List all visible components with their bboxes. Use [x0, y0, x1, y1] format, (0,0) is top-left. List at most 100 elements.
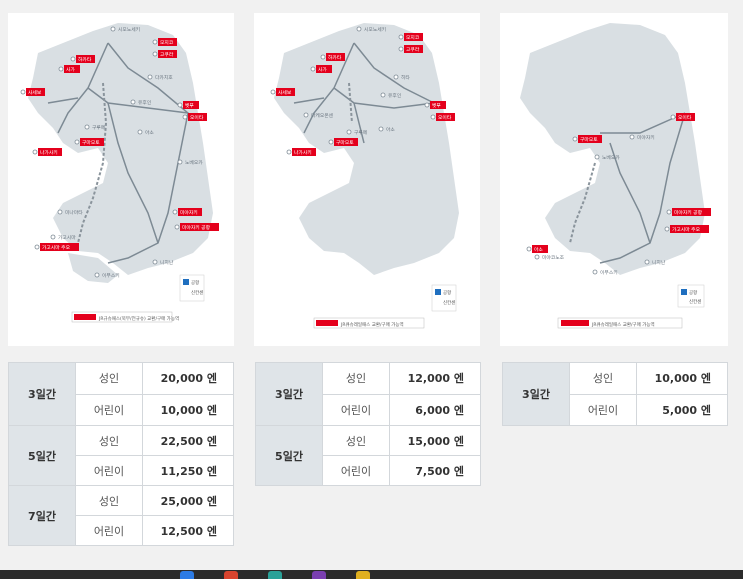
child-price: 10,000 엔 [142, 393, 234, 426]
station-dot [74, 139, 80, 145]
station-name: 구마모토 [580, 136, 598, 143]
adult-price: 10,000 엔 [636, 362, 728, 395]
station-name: 아소 [534, 246, 543, 253]
adult-price: 25,000 엔 [142, 485, 234, 516]
station-dot [32, 149, 38, 155]
station-name: 노베오카 [602, 154, 620, 161]
station-label: 사세보 [270, 88, 295, 96]
station-name: 구루메 [92, 124, 105, 131]
station-name: 시모노세키 [364, 26, 386, 33]
station-dot [110, 26, 116, 32]
airport-icon [183, 279, 189, 285]
station-label: 가고시마 주오 [664, 225, 709, 233]
legend-line-text: JR큐슈레일패스 교환/구매 가능역 [340, 321, 404, 328]
station-dot [629, 134, 635, 140]
legend-shinkansen-text: 신칸센 [443, 299, 455, 306]
station-dot [177, 102, 183, 108]
legend-red-swatch [561, 320, 589, 326]
adult-price: 20,000 엔 [142, 362, 234, 395]
legend-box-small [431, 284, 457, 312]
station-name: 유후인 [138, 99, 151, 106]
airport-icon [435, 289, 441, 295]
station-dot [310, 66, 316, 72]
legend-box-small [179, 274, 205, 302]
station-name: 오이타 [678, 114, 692, 121]
duration-cell: 3일간 [255, 362, 323, 426]
price-table-all-kyushu: 3일간 성인 20,000 엔 어린이 10,000 엔 5일간 성인 22,5… [8, 362, 234, 546]
station-name: 미나마타 [65, 209, 83, 216]
station-name: 구마모토 [82, 139, 100, 146]
station-name: 하카타 [78, 56, 92, 63]
station-label: 가고시마 [50, 234, 76, 241]
station-name: 미야자키 공항 [674, 209, 703, 216]
app-icon[interactable] [268, 571, 282, 579]
station-name: 사세보 [28, 89, 42, 96]
adult-label: 성인 [75, 425, 143, 456]
station-dot [320, 54, 326, 60]
station-name: 모지코 [160, 39, 174, 46]
station-dot [174, 224, 180, 230]
price-table-north-kyushu: 3일간 성인 12,000 엔 어린이 6,000 엔 5일간 성인 15,00… [255, 362, 481, 486]
browser-icon[interactable] [180, 571, 194, 579]
station-name: 벳푸 [185, 102, 194, 109]
station-dot [172, 209, 178, 215]
station-name: 다케오온센 [311, 112, 334, 119]
station-dot [137, 129, 143, 135]
child-label: 어린이 [322, 393, 390, 426]
station-dot [94, 272, 100, 278]
station-dot [147, 74, 153, 80]
station-label: 아소 [526, 245, 548, 253]
app-icon[interactable] [312, 571, 326, 579]
station-name: 시모노세키 [118, 26, 140, 33]
station-name: 사세보 [278, 89, 292, 96]
airport-icon [681, 289, 687, 295]
legend-line-text: JR큐슈레일패스 교환/구매 가능역 [591, 321, 655, 328]
station-name: 고쿠라 [160, 51, 174, 58]
legend-airport-text: 공항 [443, 289, 451, 296]
station-dot [534, 254, 540, 260]
legend-red-swatch [316, 320, 338, 326]
legend-red-swatch [74, 314, 96, 320]
kyushu-map-all: JR규슈패스(북부/전규슈) 교환/구매 가능역 공항 신칸센 시모노세키모지코… [20, 23, 219, 323]
station-name: 오이타 [190, 114, 204, 121]
app-icon[interactable] [224, 571, 238, 579]
station-label: 미야자키 공항 [174, 223, 219, 231]
station-name: 나가사키 [294, 149, 312, 156]
station-name: 미야자키 공항 [182, 224, 211, 231]
taskbar [0, 570, 743, 579]
folder-icon[interactable] [356, 571, 370, 579]
duration-cell: 5일간 [8, 425, 76, 486]
station-name: 이부스키 [600, 269, 618, 276]
station-dot [152, 259, 158, 265]
child-price: 7,500 엔 [389, 455, 481, 486]
station-label: 가고시마 주오 [34, 243, 79, 251]
station-name: 히타 [401, 74, 410, 81]
child-label: 어린이 [75, 515, 143, 546]
child-price: 6,000 엔 [389, 393, 481, 426]
station-name: 가고시마 [58, 234, 76, 241]
station-dot [182, 114, 188, 120]
station-name: 모지코 [406, 34, 420, 41]
duration-cell: 3일간 [8, 362, 76, 426]
station-name: 이부스키 [102, 272, 120, 279]
station-dot [20, 89, 26, 95]
duration-cell: 5일간 [255, 425, 323, 486]
legend-airport-text: 공항 [689, 289, 697, 296]
station-dot [378, 126, 384, 132]
map-card-north-kyushu: JR큐슈레일패스 교환/구매 가능역 공항 신칸센 시모노세키 모지코 고쿠라 하카타… [254, 13, 480, 346]
map-card-south-kyushu: JR큐슈레일패스 교환/구매 가능역 공항 신칸센 오이타구마모토 미야자키미야자… [500, 13, 728, 346]
station-name: 나가사키 [40, 149, 58, 156]
station-dot [592, 269, 598, 275]
legend-shinkansen-text: 신칸센 [689, 298, 701, 305]
adult-price: 22,500 엔 [142, 425, 234, 456]
station-name: 아소 [386, 126, 395, 133]
station-name: 가고시마 주오 [42, 244, 71, 251]
duration-cell: 3일간 [502, 362, 570, 426]
kyushu-map-north: JR큐슈레일패스 교환/구매 가능역 공항 신칸센 시모노세키모지코고쿠라하카타… [270, 23, 459, 329]
station-name: 미야자키 [180, 209, 198, 216]
adult-price: 12,000 엔 [389, 362, 481, 395]
station-name: 미야자키 [637, 134, 655, 141]
station-name: 미야코노조 [542, 254, 565, 261]
station-dot [303, 112, 309, 118]
station-dot [346, 129, 352, 135]
